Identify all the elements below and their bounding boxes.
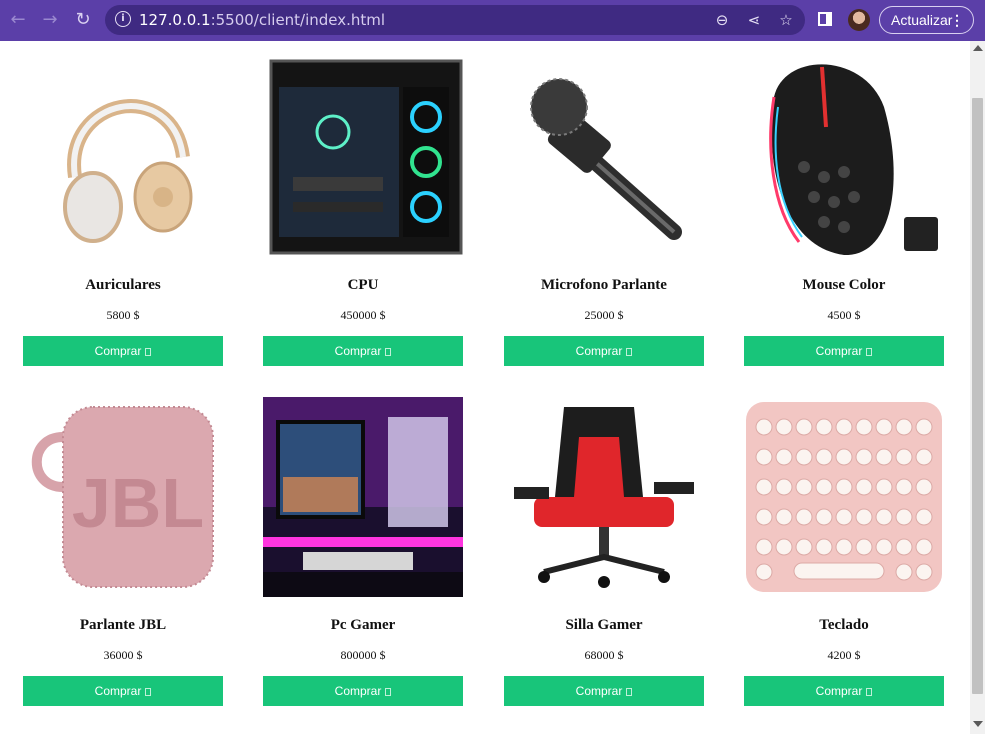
gaming-pc-image bbox=[263, 397, 463, 597]
buy-label: Comprar bbox=[575, 344, 623, 358]
product-price: 25000 $ bbox=[584, 308, 624, 322]
buy-label: Comprar bbox=[334, 684, 382, 698]
product-price: 36000 $ bbox=[103, 648, 143, 662]
buy-button[interactable]: Comprar bbox=[263, 336, 463, 366]
update-label: Actualizar bbox=[891, 12, 953, 28]
product-name: Teclado bbox=[819, 617, 869, 633]
buy-button[interactable]: Comprar bbox=[23, 676, 223, 706]
address-bar[interactable]: i 127.0.0.1:5500/client/index.html ⊖ ⋖ ☆ bbox=[105, 5, 805, 35]
update-button[interactable]: Actualizar ⋮ bbox=[879, 6, 974, 34]
product-name: Pc Gamer bbox=[330, 617, 396, 633]
buy-label: Comprar bbox=[94, 344, 142, 358]
product-name: Microfono Parlante bbox=[541, 277, 667, 293]
buy-label: Comprar bbox=[334, 344, 382, 358]
buy-label: Comprar bbox=[575, 684, 623, 698]
gaming-chair-image bbox=[514, 407, 694, 588]
buy-button[interactable]: Comprar bbox=[744, 336, 944, 366]
svg-text:JBL: JBL bbox=[72, 464, 204, 542]
buy-button[interactable]: Comprar bbox=[744, 676, 944, 706]
profile-avatar[interactable] bbox=[848, 9, 870, 31]
cart-icon bbox=[145, 688, 152, 696]
product-name: Silla Gamer bbox=[565, 617, 643, 633]
cart-icon bbox=[866, 688, 873, 696]
url-text[interactable]: 127.0.0.1:5500/client/index.html bbox=[139, 10, 385, 30]
url-path: :5500/client/index.html bbox=[210, 11, 386, 29]
product-name: Mouse Color bbox=[802, 277, 886, 293]
product-name: Parlante JBL bbox=[79, 617, 167, 633]
share-icon[interactable]: ⋖ bbox=[743, 9, 765, 31]
side-panel-icon[interactable] bbox=[818, 12, 832, 26]
product-page: Auriculares 5800 $ Comprar CPU 450000 $ … bbox=[0, 41, 970, 734]
buy-label: Comprar bbox=[94, 684, 142, 698]
forward-icon[interactable]: → bbox=[38, 8, 62, 32]
menu-dots-icon[interactable]: ⋮ bbox=[950, 7, 964, 33]
buy-button[interactable]: Comprar bbox=[263, 676, 463, 706]
scroll-down-arrow-icon[interactable] bbox=[973, 721, 983, 727]
product-price: 68000 $ bbox=[584, 648, 624, 662]
scrollbar-thumb[interactable] bbox=[972, 98, 983, 694]
microphone-image bbox=[530, 78, 682, 240]
product-price: 450000 $ bbox=[340, 308, 386, 322]
product-price: 800000 $ bbox=[340, 648, 386, 662]
browser-toolbar: ← → ↻ i 127.0.0.1:5500/client/index.html… bbox=[0, 0, 985, 41]
buy-label: Comprar bbox=[815, 344, 863, 358]
zoom-icon[interactable]: ⊖ bbox=[711, 9, 733, 31]
mouse-image bbox=[769, 64, 938, 256]
cart-icon bbox=[385, 688, 392, 696]
buy-button[interactable]: Comprar bbox=[23, 336, 223, 366]
cart-icon bbox=[626, 348, 633, 356]
cpu-case-image bbox=[269, 59, 463, 255]
cart-icon bbox=[385, 348, 392, 356]
cart-icon bbox=[866, 348, 873, 356]
product-name: CPU bbox=[347, 277, 379, 293]
speaker-image: JBL bbox=[31, 406, 214, 588]
url-host: 127.0.0.1 bbox=[139, 11, 211, 29]
buy-button[interactable]: Comprar bbox=[504, 676, 704, 706]
product-price: 5800 $ bbox=[106, 308, 140, 322]
buy-label: Comprar bbox=[815, 684, 863, 698]
product-name: Auriculares bbox=[85, 277, 161, 293]
cart-icon bbox=[145, 348, 152, 356]
bookmark-star-icon[interactable]: ☆ bbox=[775, 9, 797, 31]
product-price: 4200 $ bbox=[827, 648, 861, 662]
headphones-image bbox=[63, 99, 193, 243]
buy-button[interactable]: Comprar bbox=[504, 336, 704, 366]
cart-icon bbox=[626, 688, 633, 696]
product-price: 4500 $ bbox=[827, 308, 861, 322]
back-icon[interactable]: ← bbox=[6, 8, 30, 32]
site-info-icon[interactable]: i bbox=[115, 11, 131, 27]
reload-icon[interactable]: ↻ bbox=[71, 8, 95, 32]
keyboard-image bbox=[746, 402, 942, 592]
scroll-up-arrow-icon[interactable] bbox=[973, 45, 983, 51]
